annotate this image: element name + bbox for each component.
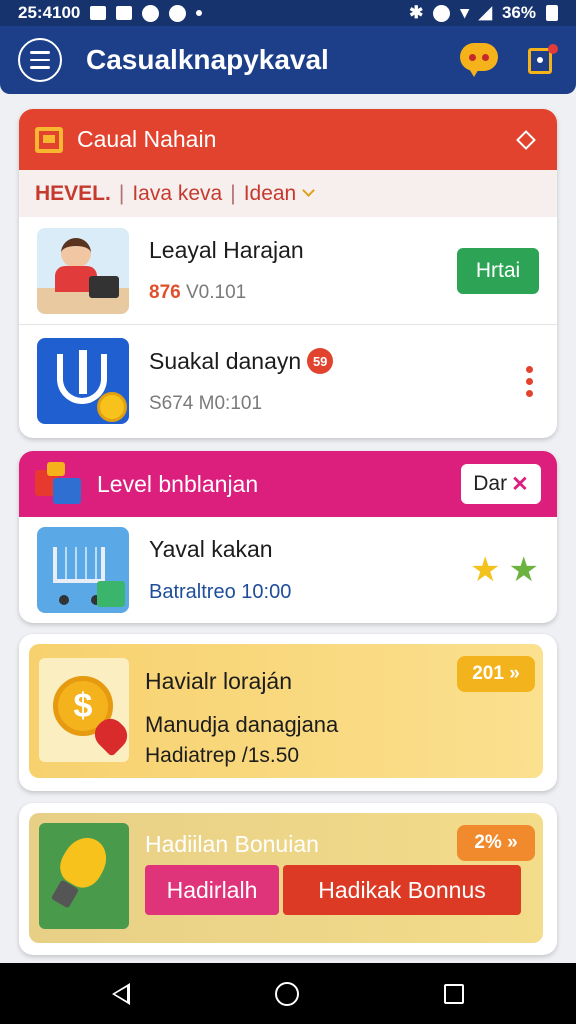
item-text: Suakal danayn 59 S674 M0:101: [149, 348, 519, 415]
item-thumbnail: [37, 527, 129, 613]
rating-stars[interactable]: ★ ★: [470, 553, 539, 587]
menu-icon-line: [30, 51, 50, 54]
level-header: Level bnblanjan Dar ✕: [19, 451, 557, 517]
more-options-icon[interactable]: [519, 365, 539, 397]
item-subtitle: S674 M0:101: [149, 392, 263, 414]
close-icon: ✕: [511, 472, 529, 496]
wifi-icon: ▾: [460, 3, 469, 22]
item-highlight: 876: [149, 282, 181, 303]
menu-icon-line: [30, 66, 50, 69]
reward-banner: $ Havialr loraján Manudja danagjana Hadi…: [29, 644, 543, 778]
status-right: ✱ ▾ ◢ 36%: [409, 3, 558, 23]
diamond-icon[interactable]: [516, 129, 536, 150]
status-time: 25:4100: [18, 3, 81, 22]
facebook-icon: [169, 4, 187, 22]
bonus-title: Hadiilan Bonuian: [145, 831, 319, 857]
system-nav-bar: [0, 963, 576, 1024]
list-item[interactable]: Leayal Harajan 876 V0.101 Hrtai: [19, 217, 557, 325]
app-icon: [142, 4, 160, 22]
notifications-button[interactable]: [526, 44, 558, 76]
filter-level[interactable]: HEVEL.: [35, 182, 111, 206]
star-icon: ★: [508, 551, 539, 589]
status-left: 25:4100: [18, 3, 203, 23]
list-item[interactable]: Suakal danayn 59 S674 M0:101: [19, 325, 557, 437]
level-card: Level bnblanjan Dar ✕ Yaval kakan Batral…: [19, 451, 557, 623]
item-action-button[interactable]: Hrtai: [457, 247, 539, 294]
item-thumbnail: [37, 338, 129, 424]
reward-description: Manudja danagjana: [145, 712, 339, 737]
filter-option-1[interactable]: Iava keva: [132, 182, 222, 206]
back-icon[interactable]: [112, 982, 131, 1005]
chat-button[interactable]: [460, 43, 498, 77]
bonus-left-button[interactable]: Hadirlalh: [145, 865, 279, 915]
reward-thumbnail: $: [39, 658, 133, 762]
reward-detail: Hadiatrep /1s.50: [145, 744, 300, 767]
status-bar: 25:4100 ✱ ▾ ◢ 36%: [0, 0, 576, 26]
recents-icon[interactable]: [443, 983, 464, 1004]
bonus-banner: Hadiilan Bonuian 2% » Hadirlalh Hadikak …: [29, 813, 543, 943]
app-bar: Casualknapykaval: [0, 26, 576, 94]
item-thumbnail: [37, 227, 129, 314]
bonus-right-button[interactable]: Hadikak Bonnus: [283, 865, 521, 915]
notification-dot: [548, 44, 558, 54]
deals-header: Caual Nahain: [19, 109, 557, 170]
level-title: Level bnblanjan: [97, 470, 259, 497]
item-text: Leayal Harajan 876 V0.101: [149, 237, 457, 304]
notification-icon: [90, 6, 107, 20]
chevron-down-icon[interactable]: [302, 184, 316, 197]
deals-title: Caual Nahain: [77, 126, 217, 152]
menu-button[interactable]: [18, 38, 62, 82]
bonus-pill-button[interactable]: 2% »: [457, 825, 535, 861]
list-item[interactable]: Yaval kakan Batraltreo 10:00 ★ ★: [19, 517, 557, 623]
dismiss-button[interactable]: Dar ✕: [461, 464, 541, 504]
menu-icon-line: [30, 58, 50, 62]
item-title: Suakal danayn 59: [149, 348, 519, 375]
bonus-thumbnail: [39, 823, 129, 929]
reward-card[interactable]: $ Havialr loraján Manudja danagjana Hadi…: [19, 634, 557, 791]
message-icon: [116, 6, 133, 20]
alarm-icon: [433, 4, 451, 22]
deals-card: Caual Nahain HEVEL. | Iava keva | Idean …: [19, 109, 557, 438]
dot-icon: [196, 10, 203, 16]
bonus-card: Hadiilan Bonuian 2% » Hadirlalh Hadikak …: [19, 803, 557, 955]
filter-row: HEVEL. | Iava keva | Idean: [19, 170, 557, 217]
item-subtitle: 876 V0.101: [149, 282, 457, 304]
reward-title: Havialr loraján: [145, 668, 293, 694]
bluetooth-icon: ✱: [409, 3, 424, 22]
item-subtitle: Batraltreo 10:00: [149, 581, 292, 603]
item-title: Yaval kakan: [149, 536, 273, 562]
item-version: V0.101: [185, 282, 247, 303]
item-text: Yaval kakan Batraltreo 10:00: [149, 536, 470, 604]
item-title: Leayal Harajan: [149, 237, 304, 263]
item-badge: 59: [307, 348, 334, 374]
app-title: Casualknapykaval: [86, 44, 329, 75]
gift-icon: [35, 462, 83, 506]
home-icon[interactable]: [274, 981, 299, 1006]
battery-icon: [546, 5, 558, 21]
star-icon: ★: [470, 551, 501, 589]
battery-level: 36%: [501, 3, 536, 22]
filter-option-2[interactable]: Idean: [244, 182, 297, 206]
store-icon: [35, 126, 63, 153]
reward-pill-button[interactable]: 201 »: [457, 656, 535, 692]
signal-icon: ◢: [478, 3, 492, 22]
